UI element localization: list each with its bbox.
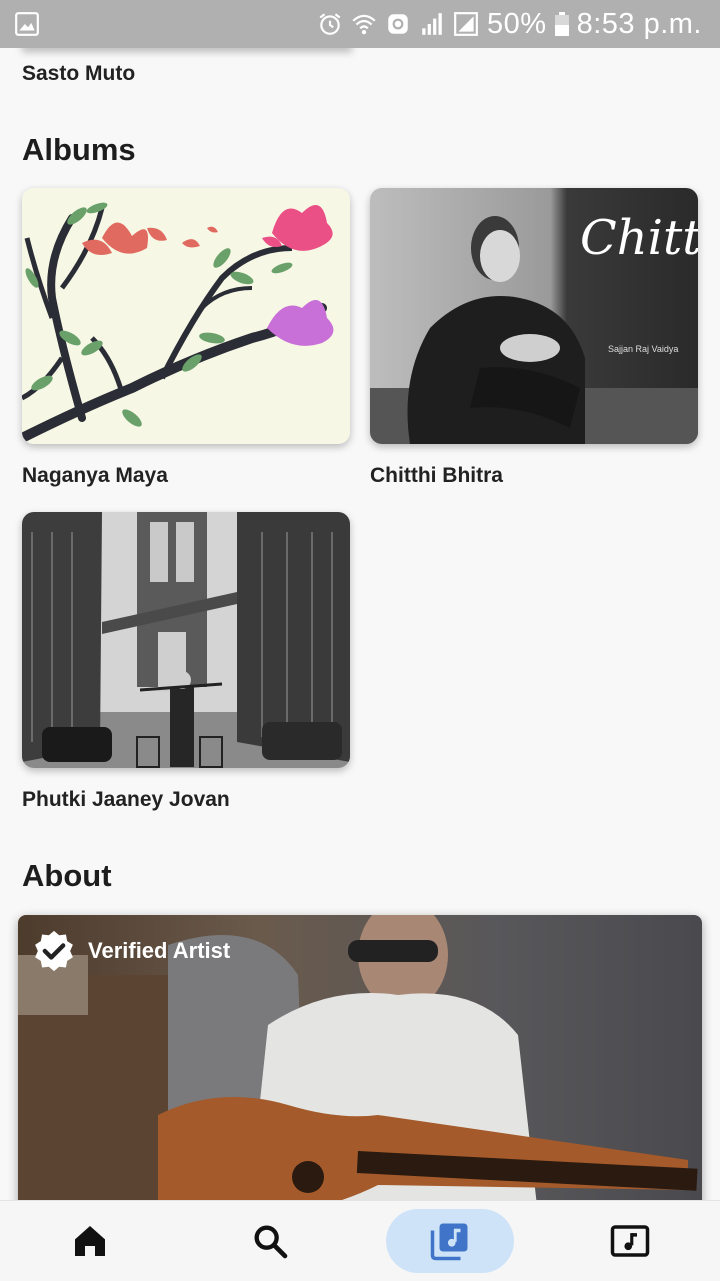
album-art-artist-text: Sajjan Raj Vaidya	[608, 344, 679, 354]
signal-icon	[422, 13, 442, 35]
wifi-icon	[352, 14, 376, 35]
battery-icon	[554, 12, 569, 36]
album-title[interactable]: Chitthi Bhitra	[370, 464, 698, 488]
verified-label: Verified Artist	[88, 938, 231, 963]
previous-item-title[interactable]: Sasto Muto	[22, 62, 135, 86]
album-card-phutki-jaaney-jovan[interactable]: Phutki Jaaney Jovan	[22, 512, 350, 812]
album-art-phutki-jaaney-jovan[interactable]	[22, 512, 350, 768]
gallery-icon	[15, 12, 39, 36]
about-card[interactable]: Verified Artist	[18, 915, 702, 1200]
alarm-icon	[319, 13, 341, 35]
nav-home-button[interactable]	[26, 1209, 154, 1273]
nav-now-playing-button[interactable]	[566, 1209, 694, 1273]
bottom-navigation	[0, 1200, 720, 1281]
album-card-chitthi-bhitra[interactable]: Chitthi Bhitra Sajjan Raj Vaidya Chitthi…	[370, 188, 698, 488]
signal-box-icon	[454, 12, 478, 36]
search-icon	[254, 1225, 288, 1259]
home-icon	[75, 1226, 105, 1256]
about-heading: About	[22, 858, 112, 893]
album-title[interactable]: Phutki Jaaney Jovan	[22, 788, 350, 812]
clock: 8:53 p.m.	[576, 7, 702, 40]
verified-badge: Verified Artist	[32, 929, 230, 973]
album-art-title-text: Chitthi Bhitra	[580, 212, 698, 264]
album-title[interactable]: Naganya Maya	[22, 464, 350, 488]
status-bar: 50% 8:53 p.m.	[0, 0, 720, 48]
albums-heading: Albums	[22, 132, 136, 167]
battery-percent: 50%	[487, 7, 547, 40]
album-card-naganya-maya[interactable]: Naganya Maya	[22, 188, 350, 488]
verified-check-icon	[35, 930, 73, 972]
nav-library-button[interactable]	[386, 1209, 514, 1273]
data-saver-icon	[388, 14, 408, 34]
nav-search-button[interactable]	[206, 1209, 334, 1273]
album-art-naganya-maya[interactable]	[22, 188, 350, 444]
music-box-icon	[610, 1225, 650, 1257]
library-music-icon	[430, 1223, 468, 1261]
artist-content[interactable]: Sasto Muto Albums Naganya Maya Chitt Saj…	[0, 48, 720, 1200]
